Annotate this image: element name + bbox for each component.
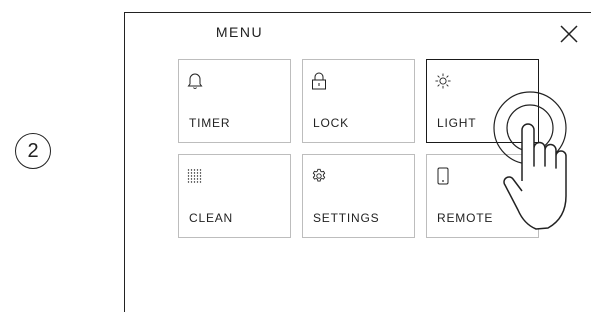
step-number: 2 (27, 139, 39, 162)
sun-icon (435, 73, 451, 89)
tile-light[interactable]: LIGHT (426, 59, 539, 143)
tile-lock[interactable]: LOCK (302, 59, 415, 143)
tile-label: SETTINGS (313, 211, 380, 225)
phone-icon (437, 167, 449, 185)
dot-grid-icon (187, 169, 202, 183)
tile-label: CLEAN (189, 211, 234, 225)
bell-icon (187, 73, 203, 90)
tile-label: LIGHT (437, 116, 477, 130)
step-badge: 2 (15, 133, 51, 169)
close-icon[interactable] (560, 25, 578, 43)
tile-label: LOCK (313, 116, 349, 130)
tile-settings[interactable]: SETTINGS (302, 154, 415, 238)
tile-label: TIMER (189, 116, 231, 130)
gear-icon (312, 168, 326, 182)
tile-remote[interactable]: REMOTE (426, 154, 539, 238)
tile-label: REMOTE (437, 211, 494, 225)
tile-timer[interactable]: TIMER (178, 59, 291, 143)
tile-clean[interactable]: CLEAN (178, 154, 291, 238)
lock-icon (312, 72, 326, 90)
menu-title: MENU (215, 24, 264, 40)
